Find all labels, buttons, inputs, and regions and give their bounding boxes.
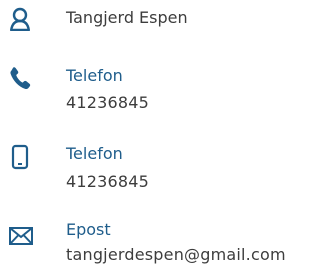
- phone-icon: [9, 66, 31, 90]
- envelope-icon: [8, 226, 34, 246]
- email-row: Epost tangjerdespen@gmail.com: [0, 220, 326, 270]
- mobile-phone-icon: [11, 144, 29, 170]
- contact-name-row: Tangjerd Espen: [0, 0, 326, 40]
- email-address: tangjerdespen@gmail.com: [66, 245, 286, 264]
- mobile-row: Telefon 41236845: [0, 138, 326, 198]
- email-label[interactable]: Epost: [66, 220, 111, 240]
- phone-number: 41236845: [66, 93, 150, 112]
- phone-link[interactable]: Telefon: [66, 66, 123, 85]
- mobile-number: 41236845: [66, 172, 150, 191]
- contact-card: Tangjerd Espen Telefon 41236845 Telefon …: [0, 0, 326, 270]
- phone-row: Telefon 41236845: [0, 60, 326, 120]
- phone-label[interactable]: Telefon: [66, 66, 123, 86]
- person-icon: [9, 7, 31, 31]
- contact-name: Tangjerd Espen: [66, 8, 188, 27]
- mobile-link[interactable]: Telefon: [66, 144, 123, 163]
- mobile-label[interactable]: Telefon: [66, 144, 123, 164]
- email-link[interactable]: Epost: [66, 220, 111, 239]
